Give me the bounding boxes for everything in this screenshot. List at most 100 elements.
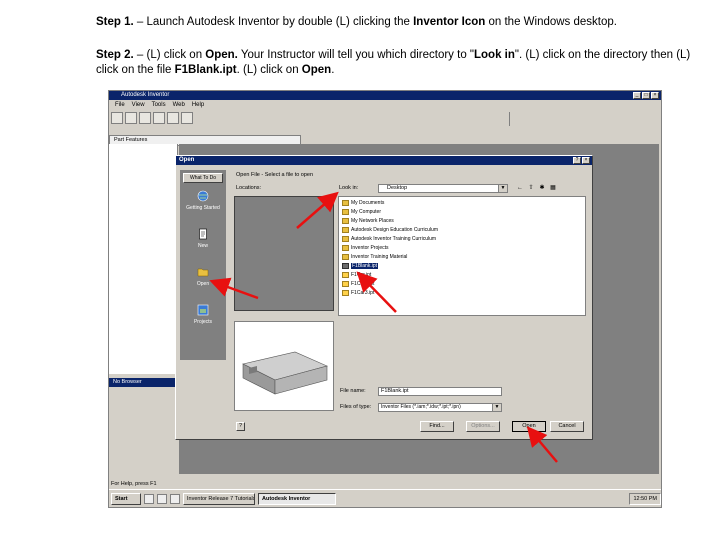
folder-icon (342, 254, 349, 260)
file-type-select[interactable]: Inventor Files (*.iam;*.idw;*.ipt;*.ipn)… (378, 403, 502, 412)
place-projects-label: Projects (193, 319, 213, 325)
help-button[interactable]: ? (236, 422, 245, 431)
panel-area (109, 144, 178, 374)
undo-icon[interactable] (153, 112, 165, 124)
menu-view[interactable]: View (132, 102, 145, 108)
dialog-close-button[interactable]: × (582, 157, 590, 164)
cancel-button[interactable]: Cancel (550, 421, 584, 432)
chevron-down-icon[interactable]: ▼ (498, 185, 507, 192)
options-button[interactable]: Options... (466, 421, 500, 432)
up-folder-icon[interactable]: ⇧ (527, 184, 535, 192)
save-icon[interactable] (139, 112, 151, 124)
globe-icon (197, 190, 209, 202)
file-list: My Documents My Computer My Network Plac… (338, 196, 586, 316)
minimize-button[interactable]: _ (633, 92, 641, 99)
app-title: Autodesk Inventor (121, 92, 170, 98)
locations-pane[interactable] (234, 196, 334, 311)
new-file-icon (199, 228, 207, 240)
file-name: F1Blank.ipt (351, 263, 379, 269)
file-name-input[interactable]: F1Blank.ipt (378, 387, 502, 396)
place-projects[interactable]: Projects (180, 304, 226, 325)
desktop-icon[interactable] (144, 493, 154, 504)
folder-icon (342, 218, 349, 224)
list-item[interactable]: Inventor Projects (342, 244, 389, 252)
what-to-do-button[interactable]: What To Do (183, 173, 223, 183)
file-name: My Computer (351, 209, 382, 215)
view-toolbar (509, 112, 660, 126)
find-button[interactable]: Find... (420, 421, 454, 432)
file-type-value: Inventor Files (*.iam;*.idw;*.ipt;*.ipn) (381, 404, 461, 410)
menu-tools[interactable]: Tools (152, 102, 166, 108)
new-folder-icon[interactable]: ✱ (538, 184, 546, 192)
step-1-instruction: Step 1. – Launch Autodesk Inventor by do… (96, 15, 696, 30)
folder-icon (342, 236, 349, 242)
list-item[interactable]: Autodesk Design Education Curriculum (342, 226, 438, 234)
locations-label: Locations: (236, 185, 262, 191)
redo-icon[interactable] (167, 112, 179, 124)
place-new-label: New (197, 243, 208, 249)
dialog-window-buttons: ? × (573, 157, 590, 164)
places-bar: What To Do Getting Started New Open Proj… (180, 170, 226, 360)
list-item[interactable]: F1Car3.ipt (342, 289, 374, 297)
open-folder-icon (197, 268, 209, 277)
standard-toolbar (111, 112, 231, 126)
view-menu-icon[interactable]: ▦ (549, 184, 557, 192)
app-title-bar: Autodesk Inventor _ □ × (109, 91, 661, 100)
place-new[interactable]: New (180, 228, 226, 249)
part-file-icon (342, 290, 349, 296)
file-name: Autodesk Inventor Training Curriculum (351, 236, 437, 242)
task-tutorials[interactable]: Inventor Release 7 Tutorials (183, 492, 255, 505)
close-button[interactable]: × (651, 92, 659, 99)
panel-bar-label: Part Features (114, 137, 148, 143)
part-preview-image (242, 351, 328, 395)
system-tray: 12:50 PM (629, 492, 661, 505)
look-in-label: Look in: (339, 185, 359, 191)
dialog-header: Open File - Select a file to open (234, 170, 589, 180)
list-item-selected[interactable]: F1Blank.ipt (342, 262, 379, 270)
step-2-bold-a: Open. (205, 49, 238, 61)
dialog-header-text: Open File - Select a file to open (236, 172, 314, 178)
menu-help[interactable]: Help (192, 102, 204, 108)
step-2-bold-d: Open (301, 64, 332, 76)
list-item[interactable]: F1Car.ipt (342, 271, 371, 279)
look-in-select[interactable]: Desktop ▼ (378, 184, 508, 193)
back-icon[interactable]: ← (516, 184, 524, 192)
place-getting-started[interactable]: Getting Started (180, 190, 226, 211)
list-item[interactable]: Inventor Training Material (342, 253, 407, 261)
step-2-bold-c: F1Blank.ipt (174, 64, 237, 76)
file-name: My Documents (351, 200, 385, 206)
step-2-bold-b: Look in (474, 49, 515, 61)
step-1-bold-a: Inventor Icon (413, 16, 486, 28)
select-icon[interactable] (181, 112, 193, 124)
open-button[interactable]: Open (512, 421, 546, 432)
list-item[interactable]: My Documents (342, 199, 384, 207)
list-item[interactable]: F1Car2.ipt (342, 280, 374, 288)
step-1-text-a: – Launch Autodesk Inventor by double (L)… (133, 16, 414, 28)
place-open[interactable]: Open (180, 266, 226, 287)
maximize-button[interactable]: □ (642, 92, 650, 99)
browser-bar[interactable]: No Browser (109, 378, 177, 387)
start-button[interactable]: Start (111, 492, 141, 505)
projects-icon (197, 304, 209, 316)
task-inventor[interactable]: Autodesk Inventor (258, 492, 336, 505)
chevron-down-icon[interactable]: ▼ (492, 404, 501, 411)
menu-file[interactable]: File (115, 102, 125, 108)
list-item[interactable]: My Computer (342, 208, 381, 216)
browser-icon[interactable] (157, 493, 167, 504)
step-2-instruction: Step 2. – (L) click on Open. Your Instru… (96, 48, 696, 78)
navigation-icons: ← ⇧ ✱ ▦ (516, 184, 557, 192)
menu-web[interactable]: Web (173, 102, 185, 108)
browser-bar-label: No Browser (113, 379, 142, 385)
look-in-value: Desktop (387, 185, 408, 191)
dialog-help-titlebar-button[interactable]: ? (573, 157, 581, 164)
open-icon[interactable] (125, 112, 137, 124)
list-item[interactable]: Autodesk Inventor Training Curriculum (342, 235, 436, 243)
step-2-text-e: . (331, 64, 335, 76)
list-item[interactable]: My Network Places (342, 217, 394, 225)
part-file-icon (342, 281, 349, 287)
step-2-text-d: . (L) click on (236, 64, 302, 76)
status-text: For Help, press F1 (111, 481, 157, 487)
inventor-screenshot: Autodesk Inventor _ □ × File View Tools … (108, 90, 662, 508)
inventor-quick-icon[interactable] (170, 493, 180, 504)
new-icon[interactable] (111, 112, 123, 124)
